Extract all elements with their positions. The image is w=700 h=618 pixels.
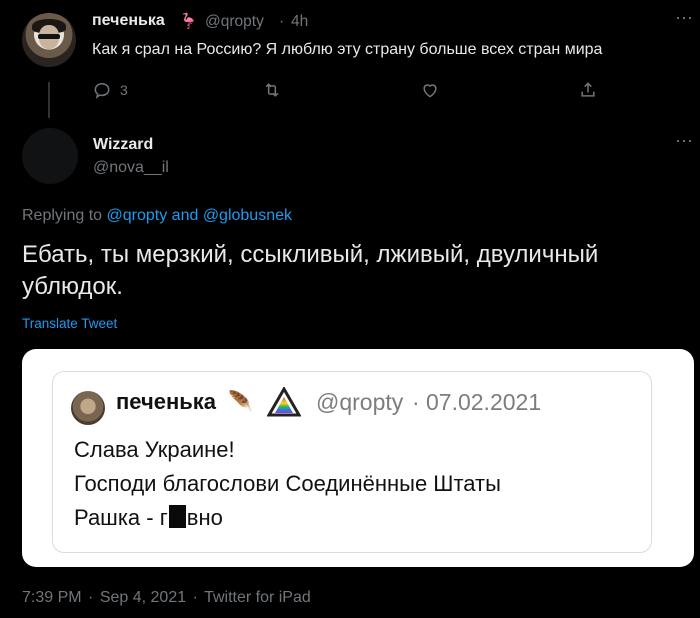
parent-time[interactable]: 4h — [291, 13, 308, 31]
parent-display-name[interactable]: печенька — [92, 12, 165, 30]
translate-tweet-link[interactable]: Translate Tweet — [22, 316, 117, 331]
more-icon[interactable]: ⋯ — [675, 131, 694, 152]
like-icon — [423, 84, 437, 98]
share-icon — [581, 82, 595, 97]
line3-before: Рашка - г — [74, 505, 168, 530]
separator-dot: · — [279, 13, 285, 30]
embedded-line-3: Рашка - г вно — [74, 505, 223, 531]
tweet-date[interactable]: Sep 4, 2021 — [100, 589, 186, 606]
footer-sep-1: · — [88, 589, 94, 606]
embedded-separator: · — [412, 389, 420, 415]
rainbow-triangle-icon — [267, 387, 301, 417]
main-tweet-text: Ебать, ты мерзкий, ссыкливый, лживый, дв… — [22, 241, 599, 300]
tweet-meta: 7:39 PM · Sep 4, 2021 · Twitter for iPad — [22, 589, 313, 607]
like-button[interactable] — [420, 80, 440, 100]
replying-to: Replying to @qropty and @globusnek — [22, 207, 292, 225]
embedded-line-1: Слава Украине! — [74, 437, 235, 462]
reply-button[interactable]: 3 — [92, 80, 128, 100]
censor-block — [168, 505, 186, 528]
embedded-avatar — [71, 391, 105, 425]
parent-tweet-text: Как я срал на Россию? Я люблю эту страну… — [92, 41, 603, 58]
main-avatar[interactable] — [22, 128, 78, 184]
parent-avatar[interactable] — [22, 13, 76, 67]
reply-icon — [94, 82, 110, 99]
embedded-handle: @qropty — [316, 389, 404, 415]
main-display-name[interactable]: Wizzard — [93, 136, 153, 154]
more-icon[interactable]: ⋯ — [675, 8, 694, 29]
reply-count: 3 — [120, 82, 128, 98]
flamingo-icon: 🦩 — [179, 13, 198, 30]
main-handle[interactable]: @nova__il — [93, 159, 169, 177]
embedded-line-2: Господи благослови Соединённые Штаты — [74, 471, 501, 496]
replying-user-globusnek[interactable]: @globusnek — [203, 207, 292, 224]
retweet-icon — [265, 83, 279, 97]
share-button[interactable] — [578, 80, 598, 100]
tweet-time[interactable]: 7:39 PM — [22, 589, 82, 606]
line3-after: вно — [186, 505, 223, 530]
footer-sep-2: · — [192, 589, 198, 606]
attached-image[interactable]: печенька 🪶 @qropty · 07.02.2021 Слава Ук… — [22, 349, 694, 567]
avatar-glasses — [38, 34, 60, 39]
replying-and[interactable]: and — [167, 207, 203, 224]
replying-prefix: Replying to — [22, 207, 107, 224]
embedded-date: 07.02.2021 — [426, 389, 542, 415]
retweet-button[interactable] — [262, 80, 282, 100]
tweet-source[interactable]: Twitter for iPad — [204, 589, 311, 606]
replying-user-qropty[interactable]: @qropty — [107, 207, 168, 224]
parent-handle[interactable]: @qropty — [205, 13, 264, 31]
embedded-display-name: печенька — [116, 389, 217, 414]
feather-icon: 🪶 — [228, 391, 253, 413]
thread-line — [48, 82, 50, 118]
